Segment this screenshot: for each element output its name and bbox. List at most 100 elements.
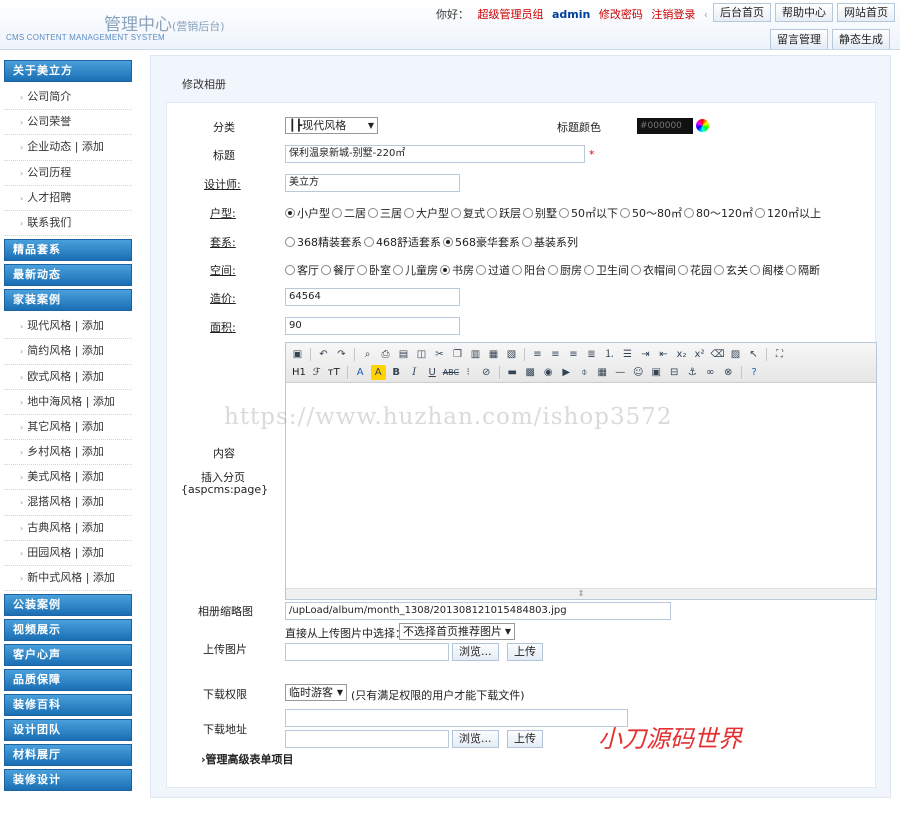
sidebar-item[interactable]: › 混搭风格 | 添加 <box>4 490 132 516</box>
package-option[interactable]: 468舒适套系 <box>364 234 441 250</box>
sidebar-group-title[interactable]: 客户心声 <box>4 644 132 667</box>
advanced-form-toggle[interactable]: ›管理高级表单项目 <box>201 751 294 767</box>
sidebar-item[interactable]: › 古典风格 | 添加 <box>4 516 132 541</box>
radio-icon[interactable] <box>584 265 594 275</box>
about-icon[interactable]: ? <box>747 365 762 380</box>
align-center-icon[interactable]: ≡ <box>548 347 563 362</box>
clear-format-icon[interactable]: ⌫ <box>710 347 725 362</box>
insert-page-code[interactable]: {aspcms:page} <box>181 483 268 496</box>
radio-icon[interactable] <box>714 265 724 275</box>
emoticon-icon[interactable]: ☺ <box>631 365 646 380</box>
media-icon[interactable]: ▶ <box>559 365 574 380</box>
area-input[interactable]: 90 <box>285 317 460 335</box>
category-select[interactable]: ┃┣现代风格 ▼ <box>285 117 378 134</box>
sidebar-item[interactable]: › 人才招聘 <box>4 186 132 211</box>
title-input[interactable]: 保利温泉新城-别墅-220㎡ <box>285 145 585 163</box>
image-icon[interactable]: ▬ <box>505 365 520 380</box>
radio-icon[interactable] <box>285 237 295 247</box>
space-option[interactable]: 卫生间 <box>584 262 629 278</box>
sidebar-item[interactable]: › 公司简介 <box>4 85 132 111</box>
map-icon[interactable]: ▣ <box>649 365 664 380</box>
package-option[interactable]: 568豪华套系 <box>443 234 520 250</box>
sidebar-group-title[interactable]: 最新动态 <box>4 264 132 287</box>
house-type-option[interactable]: 120㎡以上 <box>755 205 821 221</box>
download-url-input[interactable] <box>285 709 628 727</box>
preview-icon[interactable]: ⌕ <box>360 347 375 362</box>
bold-icon[interactable]: B <box>389 365 404 380</box>
radio-icon[interactable] <box>631 265 641 275</box>
paste-text-icon[interactable]: ▦ <box>486 347 501 362</box>
sidebar-item[interactable]: › 公司历程 <box>4 161 132 186</box>
rich-text-editor[interactable]: ▣ ↶ ↷ ⌕ ⎙ ▤ ◫ ✂ ❐ ▥ ▦ ▧ ≡ ≡ ≡ ≣ ⒈ ☰ ⇥ ⇤ … <box>285 342 877 600</box>
radio-icon[interactable] <box>451 208 461 218</box>
sidebar-item[interactable]: › 简约风格 | 添加 <box>4 339 132 365</box>
radio-icon[interactable] <box>755 208 765 218</box>
italic-icon[interactable]: I <box>407 365 422 380</box>
radio-icon[interactable] <box>548 265 558 275</box>
site-home-button[interactable]: 网站首页 <box>837 3 895 22</box>
help-center-button[interactable]: 帮助中心 <box>775 3 833 22</box>
designer-input[interactable]: 美立方 <box>285 174 460 192</box>
subscript-icon[interactable]: x₂ <box>674 347 689 362</box>
radio-icon[interactable] <box>522 237 532 247</box>
house-type-option[interactable]: 三居 <box>368 205 402 221</box>
undo-icon[interactable]: ↶ <box>316 347 331 362</box>
radio-icon[interactable] <box>404 208 414 218</box>
select-all-icon[interactable]: ▨ <box>728 347 743 362</box>
space-option[interactable]: 隔断 <box>786 262 820 278</box>
space-option[interactable]: 玄关 <box>714 262 748 278</box>
radio-icon[interactable] <box>440 265 450 275</box>
space-option[interactable]: 衣帽间 <box>631 262 676 278</box>
download-permission-select[interactable]: 临时游客 ▼ <box>285 684 347 701</box>
space-option[interactable]: 阁楼 <box>750 262 784 278</box>
house-type-option[interactable]: 二居 <box>332 205 366 221</box>
line-height-icon[interactable]: ⁝ <box>461 365 476 380</box>
house-type-option[interactable]: 别墅 <box>523 205 557 221</box>
heading-button[interactable]: H1 <box>290 367 308 378</box>
paste-icon[interactable]: ▥ <box>468 347 483 362</box>
upload-image-browse-button[interactable]: 浏览... <box>452 643 499 661</box>
user-group-link[interactable]: 超级管理员组 <box>478 8 544 21</box>
link-icon[interactable]: ∞ <box>703 365 718 380</box>
outdent-icon[interactable]: ⇤ <box>656 347 671 362</box>
space-option[interactable]: 客厅 <box>285 262 319 278</box>
unlink-icon[interactable]: ⊗ <box>721 365 736 380</box>
space-option[interactable]: 儿童房 <box>393 262 438 278</box>
logout-link[interactable]: 注销登录 <box>651 8 695 21</box>
house-type-option[interactable]: 50～80㎡ <box>620 205 682 221</box>
indent-icon[interactable]: ⇥ <box>638 347 653 362</box>
house-type-option[interactable]: 50㎡以下 <box>559 205 618 221</box>
align-justify-icon[interactable]: ≣ <box>584 347 599 362</box>
radio-icon[interactable] <box>368 208 378 218</box>
package-option[interactable]: 基装系列 <box>522 234 578 250</box>
space-option[interactable]: 厨房 <box>548 262 582 278</box>
anchor-icon[interactable]: ⚓ <box>685 365 700 380</box>
space-option[interactable]: 过道 <box>476 262 510 278</box>
message-manage-tab[interactable]: 留言管理 <box>770 29 828 49</box>
package-option[interactable]: 368精装套系 <box>285 234 362 250</box>
radio-icon[interactable] <box>620 208 630 218</box>
flash-icon[interactable]: ◉ <box>541 365 556 380</box>
sidebar-group-title[interactable]: 装修设计 <box>4 769 132 792</box>
sidebar-group-title[interactable]: 材料展厅 <box>4 744 132 767</box>
sidebar-item[interactable]: › 联系我们 <box>4 211 132 237</box>
table-icon[interactable]: ▦ <box>595 365 610 380</box>
sidebar-item[interactable]: › 企业动态 | 添加 <box>4 135 132 161</box>
house-type-option[interactable]: 80～120㎡ <box>684 205 753 221</box>
sidebar-item[interactable]: › 新中式风格 | 添加 <box>4 566 132 592</box>
radio-icon[interactable] <box>487 208 497 218</box>
sidebar-item[interactable]: › 公司荣誉 <box>4 110 132 136</box>
sidebar-group-title[interactable]: 家装案例 <box>4 289 132 312</box>
radio-icon[interactable] <box>364 237 374 247</box>
radio-icon[interactable] <box>678 265 688 275</box>
choose-uploaded-select[interactable]: 不选择首页推荐图片 ▼ <box>399 623 515 640</box>
ordered-list-icon[interactable]: ⒈ <box>602 347 617 362</box>
house-type-option[interactable]: 大户型 <box>404 205 449 221</box>
paste-word-icon[interactable]: ▧ <box>504 347 519 362</box>
static-generate-tab[interactable]: 静态生成 <box>832 29 890 49</box>
pointer-icon[interactable]: ↖ <box>746 347 761 362</box>
chevron-left-icon[interactable]: ‹ <box>704 10 708 21</box>
house-type-option[interactable]: 小户型 <box>285 205 330 221</box>
radio-icon[interactable] <box>332 208 342 218</box>
sidebar-item[interactable]: › 美式风格 | 添加 <box>4 465 132 491</box>
